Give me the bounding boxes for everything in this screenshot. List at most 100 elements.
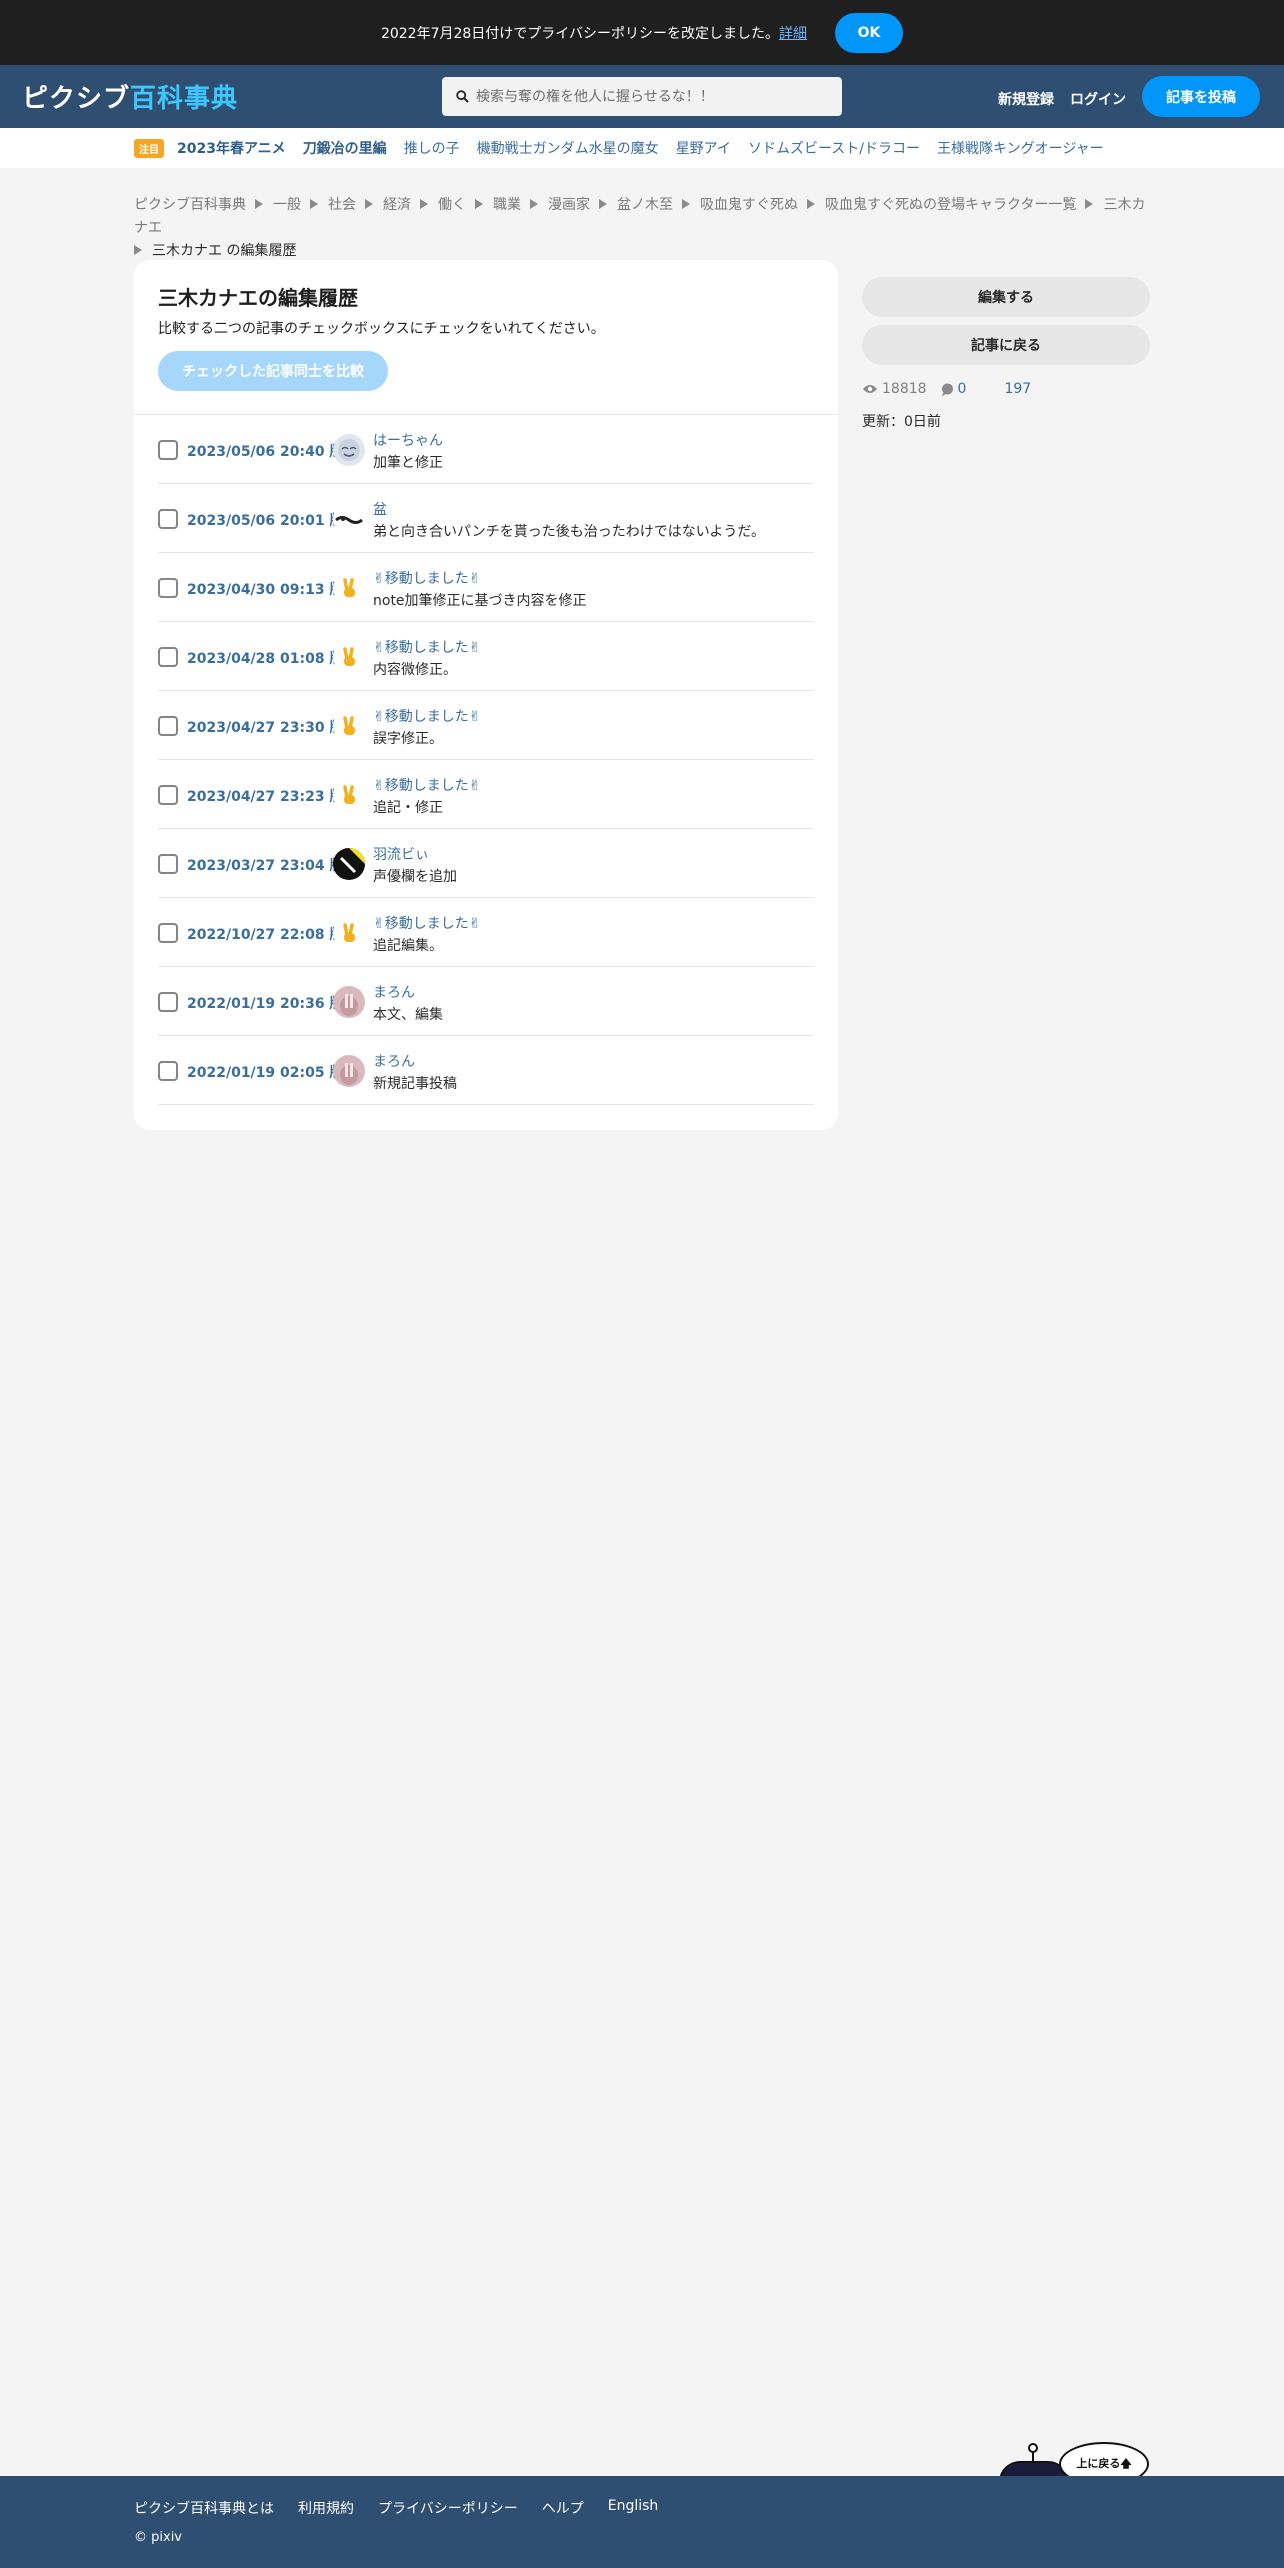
breadcrumb-link[interactable]: 経済 [383,197,411,213]
article-stat-count[interactable]: 197 [1004,381,1031,397]
revision-checkbox[interactable] [158,785,178,805]
signup-link[interactable]: 新規登録 [998,89,1054,109]
breadcrumb-separator-icon [599,199,607,209]
edit-button[interactable]: 編集する [862,277,1150,317]
avatar[interactable] [333,434,365,466]
trending-item[interactable]: 推しの子 [404,138,460,158]
login-link[interactable]: ログイン [1070,89,1126,109]
revision-row: 2023/05/06 20:01 版 盆 弟と向き合いパンチを貰った後も治ったわ… [158,484,814,553]
breadcrumb-current: 三木カナエ の編集履歴 [152,243,297,259]
footer-link-english[interactable]: English [608,2498,659,2518]
revision-user-link[interactable]: 盆 [373,499,387,519]
revision-checkbox[interactable] [158,578,178,598]
view-count: 18818 [882,381,927,397]
revision-date-link[interactable]: 2022/10/27 22:08 版 [187,924,343,944]
trending-item[interactable]: 刀鍛冶の里編 [303,138,387,158]
revision-checkbox[interactable] [158,440,178,460]
privacy-notice-bar: 2022年7月28日付けでプライバシーポリシーを改定しました。詳細 OK [0,0,1284,65]
avatar[interactable] [333,710,365,742]
revision-user-link[interactable]: まろん [373,1051,415,1071]
back-to-article-button[interactable]: 記事に戻る [862,325,1150,365]
revision-date-link[interactable]: 2023/04/28 01:08 版 [187,648,343,668]
eye-icon [863,385,877,393]
trending-bar: 注目 2023年春アニメ 刀鍛冶の里編 推しの子 機動戦士ガンダム水星の魔女 星… [0,128,1284,168]
revision-user-link[interactable]: ✌移動しました✌ [373,706,480,726]
revision-date-link[interactable]: 2023/04/30 09:13 版 [187,579,343,599]
revision-checkbox[interactable] [158,716,178,736]
avatar[interactable] [333,917,365,949]
breadcrumb-link[interactable]: ピクシブ百科事典 [134,197,246,213]
search-box[interactable] [442,77,842,116]
post-article-button[interactable]: 記事を投稿 [1142,76,1260,117]
breadcrumb-link[interactable]: 社会 [328,197,356,213]
footer-link-about[interactable]: ピクシブ百科事典とは [134,2498,274,2518]
revision-date-link[interactable]: 2023/05/06 20:01 版 [187,510,343,530]
avatar[interactable] [333,986,365,1018]
page-description: 比較する二つの記事のチェックボックスにチェックをいれてください。 [158,321,605,337]
search-input[interactable] [476,88,826,105]
notice-ok-button[interactable]: OK [835,12,904,53]
trending-item[interactable]: 機動戦士ガンダム水星の魔女 [477,138,659,158]
footer-link-terms[interactable]: 利用規約 [298,2498,354,2518]
revision-date-link[interactable]: 2022/01/19 02:05 版 [187,1062,343,1082]
revision-user-link[interactable]: ✌移動しました✌ [373,775,480,795]
revision-user-link[interactable]: 羽流ビぃ [373,844,429,864]
avatar[interactable] [333,779,365,811]
trending-item[interactable]: 王様戦隊キングオージャー [937,138,1104,158]
trending-item[interactable]: ソドムズビースト/ドラコー [748,138,920,158]
breadcrumb-separator-icon [310,199,318,209]
revision-checkbox[interactable] [158,854,178,874]
revision-user-link[interactable]: ✌移動しました✌ [373,913,480,933]
breadcrumb-link[interactable]: 働く [438,197,466,213]
trending-item[interactable]: 星野アイ [676,138,731,158]
avatar[interactable] [333,503,365,535]
avatar[interactable] [333,572,365,604]
notice-details-link[interactable]: 詳細 [779,26,807,42]
revision-date-link[interactable]: 2023/03/27 23:04 版 [187,855,343,875]
breadcrumb-separator-icon [530,199,538,209]
revision-comment: 内容微修正。 [373,662,457,678]
revision-date-link[interactable]: 2023/05/06 20:40 版 [187,441,343,461]
breadcrumb-separator-icon [255,199,263,209]
revision-user-link[interactable]: はーちゃん [373,430,443,450]
revision-checkbox[interactable] [158,509,178,529]
updated-text: 更新：0日前 [862,414,941,430]
avatar[interactable] [333,1055,365,1087]
breadcrumb-link[interactable]: 吸血鬼すぐ死ぬ [700,197,798,213]
breadcrumb-link[interactable]: 盆ノ木至 [617,197,673,213]
revision-date-link[interactable]: 2023/04/27 23:30 版 [187,717,343,737]
footer-links: ピクシブ百科事典とは 利用規約 プライバシーポリシー ヘルプ English [134,2498,658,2518]
victory-hand-icon [333,641,365,673]
trending-item[interactable]: 2023年春アニメ [177,138,286,158]
avatar[interactable] [333,848,365,880]
revision-checkbox[interactable] [158,992,178,1012]
revision-row: 2023/04/30 09:13 版 ✌移動しました✌ note加筆修正に基づき… [158,553,814,622]
revision-checkbox[interactable] [158,647,178,667]
revision-comment: 追記・修正 [373,800,443,816]
revision-user-link[interactable]: ✌移動しました✌ [373,637,480,657]
breadcrumb-link[interactable]: 吸血鬼すぐ死ぬの登場キャラクター一覧 [825,197,1076,213]
revision-checkbox[interactable] [158,1061,178,1081]
revision-comment: 誤字修正。 [373,731,443,747]
breadcrumb-link[interactable]: 漫画家 [548,197,590,213]
revision-user-link[interactable]: ✌移動しました✌ [373,568,480,588]
avatar[interactable] [333,641,365,673]
revision-date-link[interactable]: 2023/04/27 23:23 版 [187,786,343,806]
breadcrumb-link[interactable]: 一般 [273,197,301,213]
breadcrumb-separator-icon [420,199,428,209]
breadcrumb-separator-icon [682,199,690,209]
revision-comment: 加筆と修正 [373,455,443,471]
revision-date-link[interactable]: 2022/01/19 20:36 版 [187,993,343,1013]
footer-link-privacy[interactable]: プライバシーポリシー [378,2498,518,2518]
comment-count[interactable]: 0 [958,381,967,397]
compare-button[interactable]: チェックした記事同士を比較 [158,351,388,391]
breadcrumb-separator-icon [134,245,142,255]
footer-link-help[interactable]: ヘルプ [542,2498,584,2518]
breadcrumb-separator-icon [365,199,373,209]
revision-user-link[interactable]: まろん [373,982,415,1002]
breadcrumb-separator-icon [807,199,815,209]
search-icon [456,90,469,103]
breadcrumb-link[interactable]: 職業 [493,197,521,213]
revision-checkbox[interactable] [158,923,178,943]
site-logo[interactable]: ピクシブ 百科事典 [22,79,238,114]
